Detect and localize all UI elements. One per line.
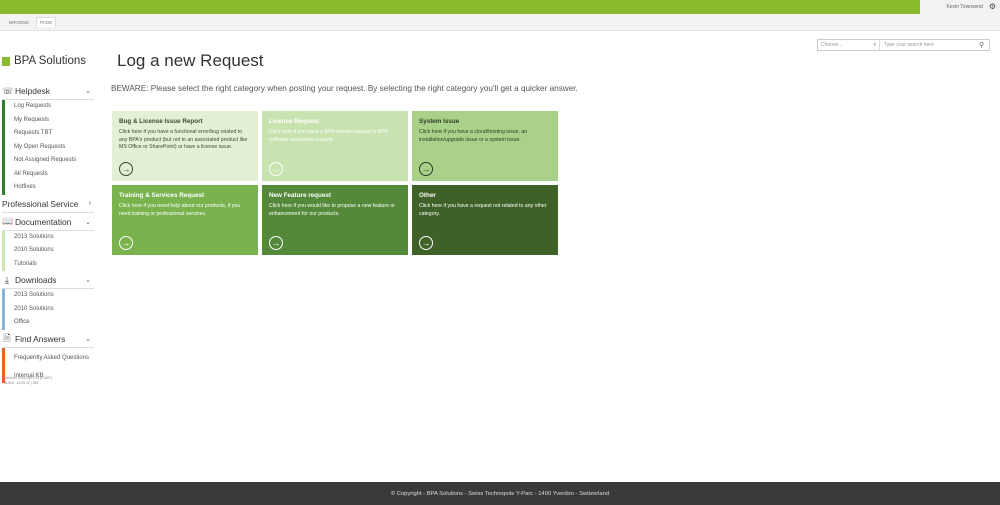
ribbon: BROWSE PAGE [0,14,1000,31]
nav-item-hotfixes[interactable]: Hotfixes [2,181,94,195]
nav-item-dl-2013[interactable]: 2013 Solutions [2,289,94,303]
nav-group-label: Downloads [15,275,57,285]
tile-title: Other [419,192,436,199]
tile-system-issue[interactable]: System Issue Click here if you have a cl… [412,111,558,181]
tile-bug-license-issue[interactable]: Bug & License Issue Report Click here if… [112,111,258,181]
nav-item-doc-2013[interactable]: 2013 Solutions [2,230,94,244]
nav-group-label: Find Answers [15,333,66,344]
tile-title: System Issue [419,118,460,125]
tab-browse[interactable]: BROWSE [6,18,32,27]
chevron-down-icon: ▾ [873,42,876,48]
arrow-right-circle-icon[interactable]: → [269,162,283,176]
user-menu[interactable]: Kevin Townsend ⚙ [920,0,1000,14]
tile-description: Click here if you have a request not rel… [419,203,547,217]
search-icon[interactable]: ⚲ [979,41,989,49]
nav-group-documentation[interactable]: 📖 Documentation ⌄ [2,214,94,231]
nav-group-professional-service[interactable]: Professional Service › [2,196,94,213]
request-category-tiles: Bug & License Issue Report Click here if… [112,111,558,255]
document-icon: 🗎 [3,332,11,343]
site-footer: © Copyright - BPA Solutions - Swiss Tech… [0,482,1000,505]
gear-icon[interactable]: ⚙ [989,3,996,11]
arrow-right-circle-icon[interactable]: → [119,236,133,250]
arrow-right-circle-icon[interactable]: → [419,162,433,176]
build-line: BUILD: 14.05.12 | 552 [4,380,39,385]
nav-item-my-open-requests[interactable]: My Open Requests [2,140,94,154]
nav-item-all-requests[interactable]: All Requests [2,167,94,181]
tile-description: Click here if you have a BPA license req… [269,129,388,143]
user-name[interactable]: Kevin Townsend [947,4,983,10]
search-scope-value: Choose... [821,42,843,48]
chevron-down-icon[interactable]: ⌄ [85,218,91,226]
site-logo[interactable]: BPA Solutions [2,55,86,67]
top-bar [0,0,1000,14]
category-notice: BEWARE: Please select the right category… [111,84,578,93]
nav-group-find-answers[interactable]: 🗎 Find Answers ⌄ [2,331,94,348]
download-icon: ⤓ [5,274,9,285]
version-info: Version: 2015.0801/15 (EUEP) BUILD: 14.0… [4,376,52,386]
tile-training-services[interactable]: Training & Services Request Click here i… [112,185,258,255]
tile-other[interactable]: Other Click here if you have a request n… [412,185,558,255]
chevron-down-icon[interactable]: ⌄ [85,276,91,284]
tile-new-feature[interactable]: New Feature request Click here if you wo… [262,185,408,255]
tile-title: License Request [269,118,320,125]
tile-license-request[interactable]: License Request Click here if you have a… [262,111,408,181]
chevron-down-icon[interactable]: ⌄ [85,335,91,343]
nav-item-not-assigned-requests[interactable]: Not Assigned Requests [2,154,94,168]
nav-item-doc-2010[interactable]: 2010 Solutions [2,244,94,258]
arrow-right-circle-icon[interactable]: → [269,236,283,250]
tab-page[interactable]: PAGE [36,17,57,27]
tile-description: Click here if you have a cloud/hosting i… [419,129,528,143]
nav-group-helpdesk[interactable]: ☏ Helpdesk ⌄ [2,83,94,100]
nav-item-log-requests[interactable]: Log Requests [2,100,94,114]
arrow-right-circle-icon[interactable]: → [419,236,433,250]
nav-item-faq[interactable]: Frequently Asked Questions [2,347,94,370]
nav-item-my-requests[interactable]: My Requests [2,113,94,127]
chevron-right-icon[interactable]: › [89,200,91,207]
search-box: Choose... ▾ Type your search here ⚲ [817,39,990,51]
nav-item-requests-tbt[interactable]: Requests TBT [2,127,94,141]
arrow-right-circle-icon[interactable]: → [119,162,133,176]
tile-description: Click here if you have a functional erro… [119,129,248,151]
tile-description: Click here if you need help about our pr… [119,203,241,217]
site-name: BPA Solutions [14,55,87,67]
search-input[interactable]: Type your search here [880,42,979,48]
nav-group-downloads[interactable]: ⤓ Downloads ⌄ [2,272,94,289]
tile-title: Training & Services Request [119,192,205,199]
tile-title: New Feature request [269,192,331,199]
nav-group-label: Professional Service [2,198,79,209]
chevron-down-icon[interactable]: ⌄ [85,87,91,95]
copyright-text: © Copyright - BPA Solutions - Swiss Tech… [390,490,610,497]
nav-group-label: Documentation [15,216,72,227]
helpdesk-icon: ☏ [2,85,14,96]
book-icon: 📖 [2,216,14,226]
nav-group-label: Helpdesk [15,86,50,96]
quick-launch: ☏ Helpdesk ⌄ Log Requests My Requests Req… [2,82,94,383]
nav-item-office[interactable]: Office [2,316,94,330]
logo-square-icon [2,56,10,66]
tile-description: Click here if you would like to propose … [269,203,396,217]
nav-item-dl-2010[interactable]: 2010 Solutions [2,302,94,316]
nav-item-tutorials[interactable]: Tutorials [2,257,94,271]
page-title: Log a new Request [117,51,264,70]
tile-title: Bug & License Issue Report [119,118,203,125]
search-scope-select[interactable]: Choose... ▾ [818,40,880,50]
